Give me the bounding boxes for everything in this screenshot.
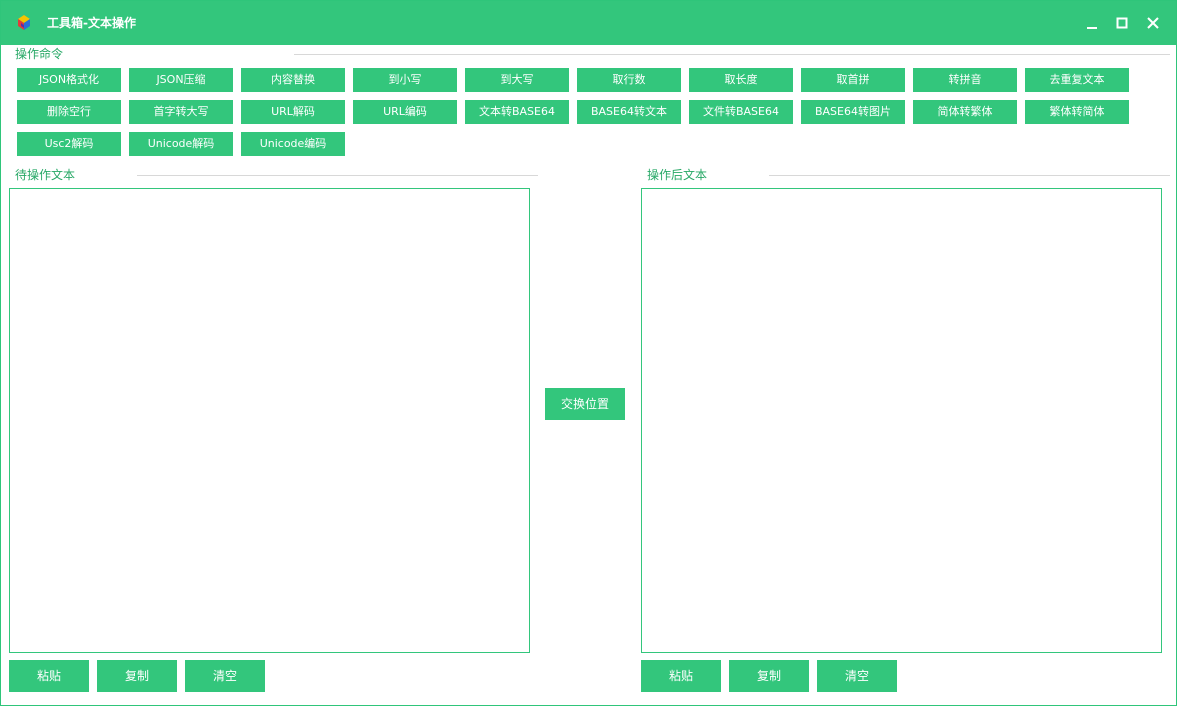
app-window: 工具箱-文本操作 操作命令 JSON格式化 JSON压缩 内容替换 到小写 到大写 取行数… [0,0,1177,706]
toolbox-logo-icon [18,15,30,30]
command-button-13[interactable]: URL编码 [353,100,457,124]
maximize-button[interactable] [1111,12,1133,34]
command-button-15[interactable]: BASE64转文本 [577,100,681,124]
source-label: 待操作文本 [15,168,76,182]
source-paste-button[interactable]: 粘贴 [9,660,89,692]
command-button-8[interactable]: 转拼音 [913,68,1017,92]
target-paste-button[interactable]: 粘贴 [641,660,721,692]
command-button-7[interactable]: 取首拼 [801,68,905,92]
command-button-0[interactable]: JSON格式化 [17,68,121,92]
title-bar[interactable]: 工具箱-文本操作 [1,1,1176,45]
target-copy-button[interactable]: 复制 [729,660,809,692]
source-textarea[interactable] [9,188,530,653]
command-button-4[interactable]: 到大写 [465,68,569,92]
commands-label: 操作命令 [15,47,64,61]
command-button-12[interactable]: URL解码 [241,100,345,124]
command-button-17[interactable]: BASE64转图片 [801,100,905,124]
command-button-18[interactable]: 简体转繁体 [913,100,1017,124]
command-button-2[interactable]: 内容替换 [241,68,345,92]
command-button-5[interactable]: 取行数 [577,68,681,92]
command-button-3[interactable]: 到小写 [353,68,457,92]
command-button-1[interactable]: JSON压缩 [129,68,233,92]
command-button-20[interactable]: Usc2解码 [17,132,121,156]
command-button-9[interactable]: 去重复文本 [1025,68,1129,92]
source-copy-button[interactable]: 复制 [97,660,177,692]
swap-button[interactable]: 交换位置 [545,388,625,420]
minimize-icon [1087,27,1097,29]
window-title: 工具箱-文本操作 [47,16,136,30]
close-icon [1147,17,1159,29]
command-button-16[interactable]: 文件转BASE64 [689,100,793,124]
target-divider [769,175,1170,176]
target-label: 操作后文本 [647,168,708,182]
source-divider [137,175,538,176]
command-button-19[interactable]: 繁体转简体 [1025,100,1129,124]
commands-divider [294,54,1170,55]
source-clear-button[interactable]: 清空 [185,660,265,692]
minimize-button[interactable] [1081,12,1103,34]
command-button-10[interactable]: 删除空行 [17,100,121,124]
command-button-21[interactable]: Unicode解码 [129,132,233,156]
target-textarea[interactable] [641,188,1162,653]
close-button[interactable] [1142,12,1164,34]
command-button-14[interactable]: 文本转BASE64 [465,100,569,124]
target-clear-button[interactable]: 清空 [817,660,897,692]
command-button-6[interactable]: 取长度 [689,68,793,92]
maximize-icon [1116,17,1128,29]
command-button-11[interactable]: 首字转大写 [129,100,233,124]
command-button-22[interactable]: Unicode编码 [241,132,345,156]
